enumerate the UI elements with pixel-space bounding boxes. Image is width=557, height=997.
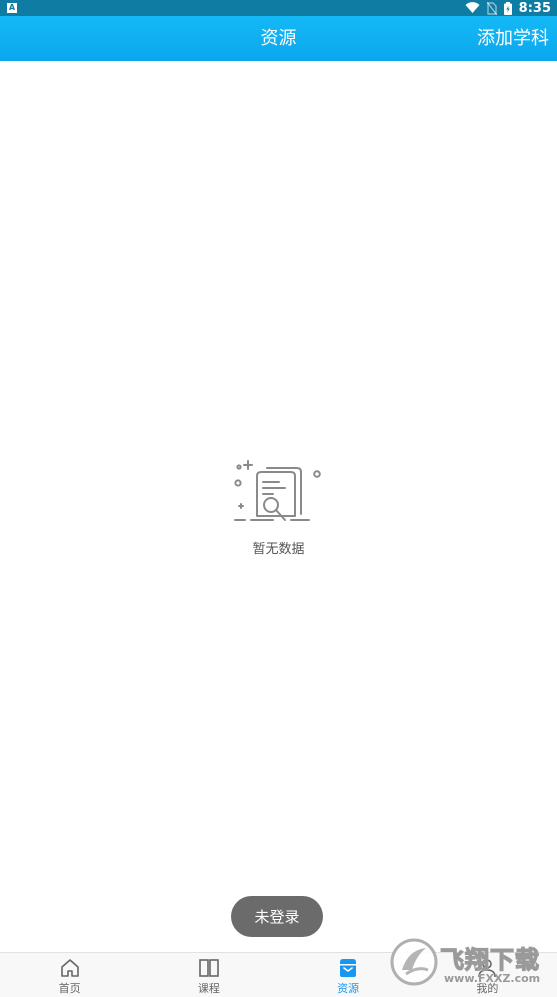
app-header: 资源 添加学科 bbox=[0, 16, 557, 61]
notification-app-icon: A bbox=[7, 3, 17, 13]
toast: 未登录 bbox=[231, 896, 323, 937]
page-title: 资源 bbox=[260, 28, 297, 49]
wifi-icon bbox=[465, 2, 480, 13]
battery-charging-icon bbox=[503, 1, 512, 15]
watermark-url: www.FXXZ.com bbox=[444, 972, 541, 985]
status-time: 8:35 bbox=[518, 0, 551, 16]
watermark-brand: 飞翔下载 bbox=[439, 945, 540, 974]
tab-home[interactable]: 首页 bbox=[0, 953, 139, 997]
book-icon bbox=[199, 959, 219, 977]
document-search-icon bbox=[233, 460, 321, 521]
watermark: 飞翔下载 www.FXXZ.com bbox=[390, 936, 555, 994]
tab-home-label: 首页 bbox=[58, 982, 81, 995]
status-right: 8:35 bbox=[465, 1, 551, 16]
empty-state: 暂无数据 bbox=[0, 458, 557, 557]
tab-courses-label: 课程 bbox=[197, 982, 220, 995]
empty-state-message: 暂无数据 bbox=[252, 542, 305, 557]
no-sim-icon bbox=[486, 1, 497, 15]
toast-message: 未登录 bbox=[254, 908, 300, 926]
tab-courses[interactable]: 课程 bbox=[139, 953, 278, 997]
status-left: A bbox=[7, 3, 17, 13]
home-icon bbox=[60, 959, 79, 977]
inbox-icon bbox=[340, 959, 357, 977]
add-subject-button[interactable]: 添加学科 bbox=[477, 16, 549, 61]
status-bar: A 8:35 bbox=[0, 0, 557, 16]
tab-resources-label: 资源 bbox=[337, 982, 360, 995]
